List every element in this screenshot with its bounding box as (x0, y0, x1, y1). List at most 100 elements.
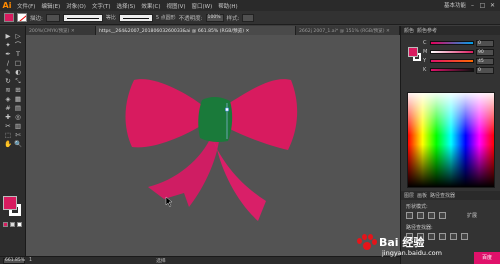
lasso-icon[interactable]: ⌒ (13, 41, 23, 50)
stroke-swatch[interactable] (17, 13, 27, 22)
shape-mode-label: 形状模式: (406, 204, 428, 210)
line-tool-icon[interactable]: / (3, 59, 13, 68)
left-bow-loop[interactable] (125, 79, 203, 148)
slider-y[interactable]: Y 45 (423, 57, 494, 65)
slider-value[interactable]: 0 (476, 66, 494, 74)
menu-edit[interactable]: 编辑(E) (38, 2, 63, 10)
scissors-icon[interactable]: ✂ (3, 122, 13, 131)
slider-track[interactable] (430, 41, 474, 45)
menu-file[interactable]: 文件(F) (14, 2, 38, 10)
menu-object[interactable]: 对象(O) (63, 2, 89, 10)
stroke-profile-preview[interactable] (62, 13, 103, 22)
right-panels: 颜色 颜色参考 C 0 M 90 Y 45 K 0 图层 画板 路径查找器 形状… (400, 26, 500, 264)
slider-track[interactable] (430, 68, 474, 72)
close-icon[interactable]: ✕ (489, 2, 496, 9)
menu-effect[interactable]: 效果(C) (138, 2, 163, 10)
tab-document-1[interactable]: 200%(CMYK/预览) ✕ (26, 26, 96, 35)
gradient-tool-icon[interactable]: ▤ (13, 104, 23, 113)
tab-document-2[interactable]: https__264&2007_20180603260033&ai @ 661.… (96, 26, 296, 35)
exclude-icon[interactable] (439, 212, 446, 219)
tab-color[interactable]: 颜色 (404, 27, 414, 34)
minimize-icon[interactable]: – (469, 2, 476, 9)
pen-tool-icon[interactable]: ✒ (3, 50, 13, 59)
type-tool-icon[interactable]: T (13, 50, 23, 59)
color-spectrum[interactable] (407, 92, 495, 188)
width-tool-icon[interactable]: ≋ (3, 86, 13, 95)
maximize-icon[interactable]: □ (479, 2, 486, 9)
eyedropper-icon[interactable]: ✚ (3, 113, 13, 122)
direct-selection-tool-icon[interactable]: ▷ (13, 32, 23, 41)
intersect-icon[interactable] (428, 212, 435, 219)
right-ribbon-tail[interactable] (212, 139, 266, 221)
expand-button[interactable]: 扩展 (467, 212, 477, 219)
anchor-point[interactable] (225, 107, 229, 112)
watermark-brand: Bai 经验 (379, 236, 425, 249)
control-bar: 描边: 等比 5 点圆形 不透明度: 100% 样式: (0, 11, 500, 25)
watermark-badge: 百度 (474, 252, 500, 264)
style-swatch[interactable] (242, 13, 255, 22)
selection-tool-icon[interactable]: ▶ (3, 32, 13, 41)
left-ribbon-tail[interactable] (148, 135, 219, 207)
slider-value[interactable]: 90 (476, 48, 494, 56)
brush-dropdown[interactable]: 5 点圆形 (156, 14, 176, 21)
minus-front-icon[interactable] (417, 212, 424, 219)
zoom-tool-icon[interactable]: 🔍 (13, 140, 23, 149)
artboard-nav[interactable]: 1 (29, 258, 32, 263)
workspace-switcher[interactable]: 基本功能 (444, 1, 466, 9)
slider-k[interactable]: K 0 (423, 66, 494, 74)
bow-artwork[interactable] (26, 35, 400, 256)
gradient-mode-button[interactable] (10, 222, 15, 227)
stroke-label: 描边: (30, 15, 43, 22)
opacity-field[interactable]: 100% (205, 13, 224, 22)
blob-brush-icon[interactable]: ◐ (13, 68, 23, 77)
artboard-tool-icon[interactable]: ⬚ (3, 131, 13, 140)
magic-wand-icon[interactable]: ✦ (3, 41, 13, 50)
brush-preview[interactable] (118, 13, 153, 22)
tab-pathfinder[interactable]: 路径查找器 (430, 192, 455, 199)
panel-fill-swatch[interactable] (408, 47, 418, 57)
right-bow-loop[interactable] (226, 79, 298, 150)
tab-artboards[interactable]: 画板 (417, 192, 427, 199)
tab-document-3[interactable]: 2662j 2007_1.ai* @ 151% (RGB/预览) ✕ (296, 26, 400, 35)
slider-track[interactable] (430, 59, 474, 63)
menu-type[interactable]: 文字(T) (89, 2, 114, 10)
zoom-field[interactable]: 661.85% (3, 257, 25, 264)
document-tabs: 200%(CMYK/预览) ✕ https__264&2007_20180603… (26, 26, 400, 35)
window-controls: 基本功能 – □ ✕ (444, 1, 496, 10)
shape-builder-icon[interactable]: ◈ (3, 95, 13, 104)
menu-view[interactable]: 视图(V) (163, 2, 188, 10)
menu-select[interactable]: 选择(S) (114, 2, 139, 10)
artboard-canvas[interactable] (26, 35, 400, 256)
slider-value[interactable]: 0 (476, 39, 494, 47)
fill-swatch[interactable] (4, 13, 14, 22)
free-transform-icon[interactable]: ⊞ (13, 86, 23, 95)
unite-icon[interactable] (406, 212, 413, 219)
tool-grid: ▶ ▷ ✦ ⌒ ✒ T / □ ✎ ◐ ↻ ⤡ ≋ ⊞ ◈ ▦ # ▤ ✚ ◎ ✂ ▥ ⬚ ✄ ✋ 🔍 (3, 32, 23, 149)
mesh-tool-icon[interactable]: # (3, 104, 13, 113)
blend-tool-icon[interactable]: ◎ (13, 113, 23, 122)
slider-track[interactable] (430, 50, 474, 54)
tab-color-guide[interactable]: 颜色参考 (417, 27, 437, 34)
menu-window[interactable]: 窗口(W) (189, 2, 216, 10)
slice-tool-icon[interactable]: ✄ (13, 131, 23, 140)
color-mode-button[interactable] (3, 222, 8, 227)
toolbox-fill-swatch[interactable] (3, 196, 17, 210)
tab-layers[interactable]: 图层 (404, 192, 414, 199)
rectangle-tool-icon[interactable]: □ (13, 59, 23, 68)
perspective-grid-icon[interactable]: ▦ (13, 95, 23, 104)
menu-help[interactable]: 帮助(H) (215, 2, 240, 10)
stroke-weight-field[interactable] (45, 13, 60, 22)
pathfinder-label: 路径查找器: (406, 225, 433, 231)
slider-m[interactable]: M 90 (423, 48, 494, 56)
slider-c[interactable]: C 0 (423, 39, 494, 47)
rotate-tool-icon[interactable]: ↻ (3, 77, 13, 86)
hand-tool-icon[interactable]: ✋ (3, 140, 13, 149)
none-mode-button[interactable] (17, 222, 22, 227)
scale-tool-icon[interactable]: ⤡ (13, 77, 23, 86)
stroke-profile-dropdown[interactable]: 等比 (106, 14, 116, 21)
graph-tool-icon[interactable]: ▥ (13, 122, 23, 131)
illustrator-logo: Ai (0, 0, 14, 11)
cursor-icon (165, 196, 173, 208)
slider-value[interactable]: 45 (476, 57, 494, 65)
pencil-tool-icon[interactable]: ✎ (3, 68, 13, 77)
